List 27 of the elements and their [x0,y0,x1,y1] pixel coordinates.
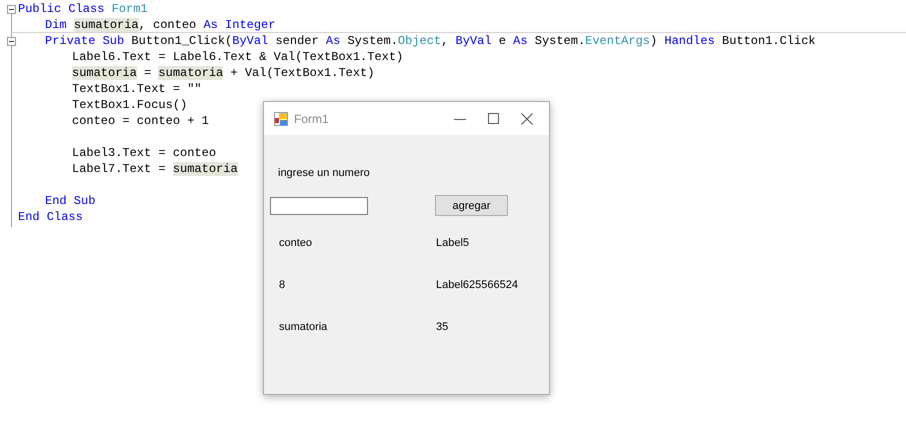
code-line: sumatoria = sumatoria + Val(TextBox1.Text) [72,65,374,81]
code-line: Dim sumatoria, conteo As Integer [45,17,276,33]
prompt-label: ingrese un numero [278,167,371,179]
code-line: End Sub [45,193,96,209]
add-button[interactable]: agregar [435,195,508,216]
form-label: 35 [436,320,450,334]
code-line: Public Class Form1 [18,1,148,17]
app-icon [274,112,288,126]
form-label: Label625566524 [436,278,519,292]
form-label: 8 [279,278,286,292]
window-title: Form1 [294,112,330,126]
collapse-icon[interactable] [7,5,16,14]
code-line: conteo = conteo + 1 [72,113,209,129]
code-line: Label3.Text = conteo [72,145,216,161]
code-line: Label6.Text = Label6.Text & Val(TextBox1.Text) [72,49,404,65]
code-line: TextBox1.Text = "" [72,81,202,97]
code-line: Private Sub Button1_Click(ByVal sender As System.Object, ByVal e As System.EventArgs) Handles Button1.Click [45,33,816,49]
code-line: TextBox1.Focus() [72,97,188,113]
form-label: conteo [279,236,314,250]
code-line: Label7.Text = sumatoria [72,161,238,177]
collapse-icon[interactable] [7,37,16,46]
form-label: Label5 [436,236,470,250]
form-label: sumatoria [279,320,328,334]
maximize-icon[interactable] [488,113,499,124]
code-line: End Class [18,209,83,225]
number-input[interactable] [270,196,368,214]
close-icon[interactable] [521,112,533,124]
